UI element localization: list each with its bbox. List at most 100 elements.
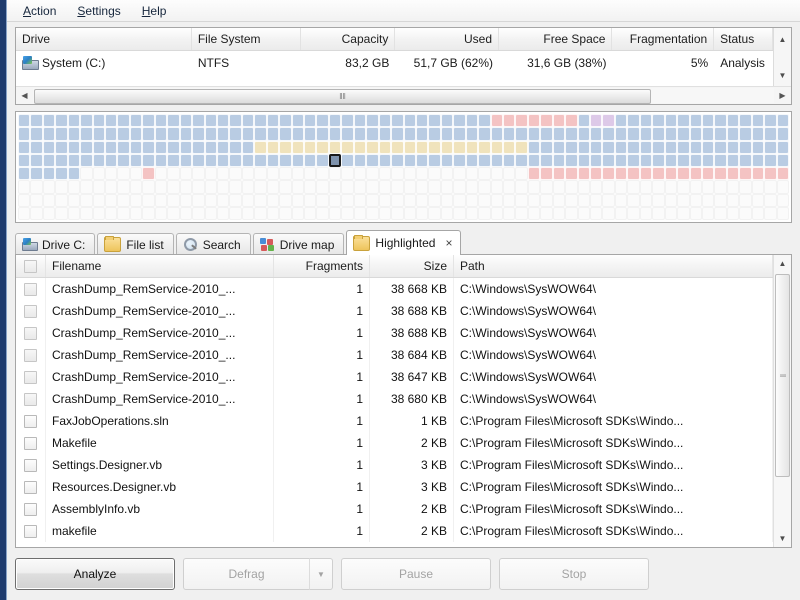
drive-map-block[interactable] (515, 167, 528, 181)
drive-map-block[interactable] (403, 127, 416, 141)
drive-map-block[interactable] (42, 167, 56, 181)
drive-map-block[interactable] (428, 114, 441, 128)
drive-map-block[interactable] (241, 167, 255, 181)
drive-map-block[interactable] (67, 114, 81, 128)
drive-map-grid[interactable] (18, 114, 789, 220)
drive-map-block[interactable] (453, 153, 466, 167)
drive-map-block[interactable] (764, 206, 777, 220)
drive-map-block[interactable] (366, 180, 379, 194)
drive-map-block[interactable] (105, 140, 118, 154)
drive-map-block[interactable] (552, 167, 566, 181)
drive-row[interactable]: System (C:) NTFS 83,2 GB 51,7 GB (62%) 3… (16, 51, 773, 75)
drive-map-block[interactable] (478, 153, 491, 167)
drive-map-block[interactable] (30, 180, 43, 194)
row-checkbox-cell[interactable] (16, 300, 46, 322)
drive-map-block[interactable] (316, 193, 329, 207)
drive-map-block[interactable] (403, 193, 416, 207)
drive-map-block[interactable] (328, 127, 342, 141)
drive-map-block[interactable] (776, 206, 789, 220)
drive-map-block[interactable] (142, 127, 155, 141)
drive-map-block[interactable] (677, 193, 690, 207)
column-header-filename[interactable]: Filename (46, 255, 274, 277)
drive-map-block[interactable] (316, 127, 329, 141)
drive-map-block[interactable] (366, 114, 379, 128)
drive-map-block[interactable] (154, 114, 168, 128)
drive-map-block[interactable] (714, 206, 727, 220)
row-checkbox-cell[interactable] (16, 410, 46, 432)
drive-map-block[interactable] (577, 127, 591, 141)
drive-map-block[interactable] (291, 127, 305, 141)
drive-map-block[interactable] (565, 153, 578, 167)
drive-map-block[interactable] (154, 193, 168, 207)
drive-map-block[interactable] (391, 140, 404, 154)
drive-map-block[interactable] (117, 114, 130, 128)
drive-map-block[interactable] (117, 127, 130, 141)
drive-map-block[interactable] (527, 114, 541, 128)
drive-map-block[interactable] (30, 167, 43, 181)
drive-map-block[interactable] (428, 153, 441, 167)
drive-map-block[interactable] (229, 206, 242, 220)
drive-map-block[interactable] (229, 140, 242, 154)
drive-map-block[interactable] (701, 114, 715, 128)
drive-map-block[interactable] (490, 153, 503, 167)
drive-map-block[interactable] (478, 167, 491, 181)
drive-map-block[interactable] (229, 114, 242, 128)
drive-map-block[interactable] (440, 153, 454, 167)
drive-map-block[interactable] (67, 206, 81, 220)
drive-map-block[interactable] (764, 167, 777, 181)
drive-map-block[interactable] (614, 167, 628, 181)
pause-button[interactable]: Pause (341, 558, 491, 590)
drive-map-block[interactable] (154, 180, 168, 194)
drive-map-block[interactable] (515, 140, 528, 154)
drive-map-block[interactable] (453, 193, 466, 207)
drive-map-block[interactable] (515, 193, 528, 207)
drive-map-block[interactable] (67, 127, 81, 141)
drive-map-block[interactable] (341, 180, 354, 194)
drive-map-block[interactable] (689, 114, 702, 128)
drive-map-block[interactable] (105, 127, 118, 141)
row-checkbox-cell[interactable] (16, 520, 46, 542)
drive-map-block[interactable] (664, 153, 678, 167)
drive-map-block[interactable] (216, 114, 230, 128)
drive-map-block[interactable] (92, 114, 106, 128)
drive-list-vertical-scrollbar[interactable]: ▲ ▼ (773, 28, 791, 86)
drive-map-block[interactable] (677, 127, 690, 141)
drive-map-block[interactable] (490, 180, 503, 194)
drive-map-block[interactable] (664, 180, 678, 194)
drive-map-block[interactable] (192, 206, 205, 220)
drive-map-block[interactable] (552, 114, 566, 128)
drive-map-block[interactable] (614, 114, 628, 128)
drive-map-block[interactable] (328, 193, 342, 207)
drive-map-block[interactable] (304, 114, 317, 128)
drive-map-block[interactable] (415, 167, 429, 181)
drive-map-block[interactable] (241, 140, 255, 154)
scroll-down-icon[interactable]: ▼ (774, 64, 791, 86)
drive-map-block[interactable] (627, 167, 640, 181)
drive-map-block[interactable] (291, 193, 305, 207)
drive-map-block[interactable] (105, 167, 118, 181)
drive-map-block[interactable] (129, 193, 143, 207)
drive-map-block[interactable] (353, 140, 367, 154)
drive-map-block[interactable] (552, 180, 566, 194)
drive-map-block[interactable] (304, 180, 317, 194)
drive-map-block[interactable] (179, 140, 193, 154)
drive-map-block[interactable] (776, 180, 789, 194)
drive-map-block[interactable] (664, 140, 678, 154)
drive-map-block[interactable] (142, 153, 155, 167)
drive-map-block[interactable] (353, 206, 367, 220)
drive-map-block[interactable] (67, 140, 81, 154)
drive-map-block[interactable] (378, 140, 392, 154)
drive-map-block[interactable] (502, 193, 516, 207)
drive-map-block[interactable] (378, 206, 392, 220)
drive-map-block[interactable] (453, 127, 466, 141)
drive-map-block[interactable] (204, 114, 217, 128)
drive-map-block[interactable] (552, 206, 566, 220)
drive-map-block[interactable] (701, 206, 715, 220)
drive-map-block[interactable] (229, 167, 242, 181)
row-checkbox[interactable] (24, 282, 37, 296)
drive-map-block[interactable] (216, 127, 230, 141)
drive-map-block[interactable] (465, 114, 479, 128)
file-list-body[interactable]: CrashDump_RemService-2010_... 1 38 668 KB C… (16, 278, 773, 547)
drive-map-block[interactable] (192, 153, 205, 167)
drive-map-block[interactable] (241, 193, 255, 207)
